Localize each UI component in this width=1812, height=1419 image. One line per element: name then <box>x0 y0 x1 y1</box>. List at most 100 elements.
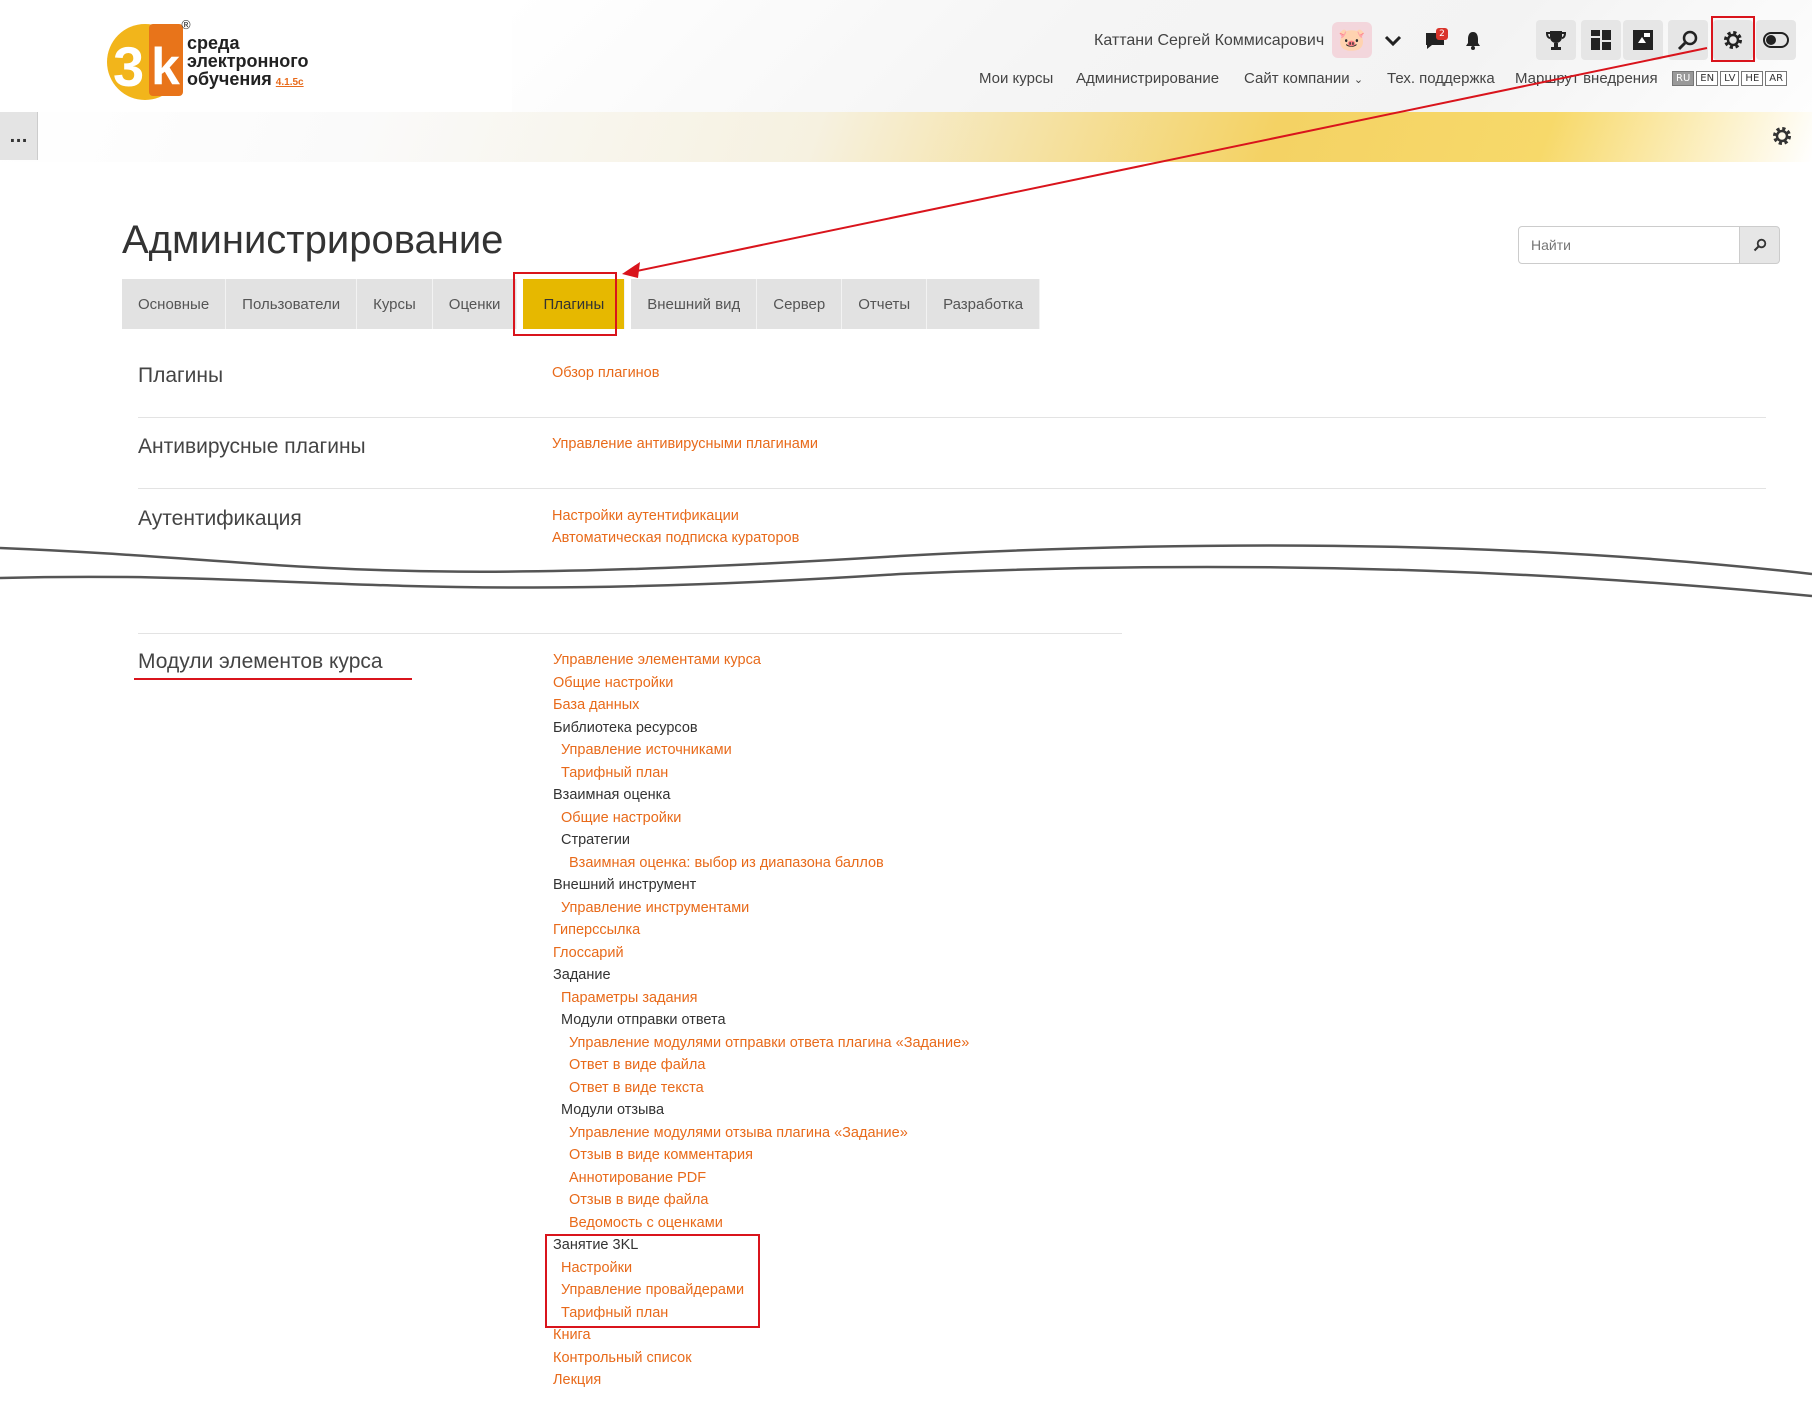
category-assignment: Задание <box>553 967 611 983</box>
svg-text:k: k <box>151 38 180 96</box>
topnav-my-courses[interactable]: Мои курсы <box>979 70 1053 87</box>
header: 3 k ® среда электронного обучения 4.1.5c … <box>0 0 1812 112</box>
drawer-toggle-button[interactable]: ... <box>0 112 38 160</box>
link-general-settings[interactable]: Общие настройки <box>553 675 673 691</box>
link-tariff-plan[interactable]: Тарифный план <box>561 765 668 781</box>
link-plugins-overview[interactable]: Обзор плагинов <box>552 365 659 381</box>
link-assignment-params[interactable]: Параметры задания <box>561 990 698 1006</box>
logo-mark-icon: 3 k <box>107 24 183 100</box>
logo-registered-mark: ® <box>180 18 192 32</box>
theme-toggle-button[interactable] <box>1756 20 1796 60</box>
link-checklist[interactable]: Контрольный список <box>553 1350 692 1366</box>
search-submit-button[interactable] <box>1740 226 1780 264</box>
courses-button[interactable] <box>1623 20 1663 60</box>
divider <box>138 417 1766 418</box>
link-peer-general-settings[interactable]: Общие настройки <box>561 810 681 826</box>
logo-version: 4.1.5c <box>275 77 304 88</box>
tab-courses[interactable]: Курсы <box>357 279 433 329</box>
link-url[interactable]: Гиперссылка <box>553 922 640 938</box>
section-title-antivirus: Антивирусные плагины <box>138 435 366 458</box>
bell-icon[interactable] <box>1458 26 1488 56</box>
lang-he[interactable]: HE <box>1741 71 1764 86</box>
category-resource-library: Библиотека ресурсов <box>553 720 698 736</box>
lang-ru[interactable]: RU <box>1672 71 1695 86</box>
chevron-down-icon: ⌄ <box>1353 74 1364 86</box>
lang-en[interactable]: EN <box>1696 71 1719 86</box>
language-switcher: RU EN LV HE AR <box>1672 71 1788 86</box>
trophy-icon <box>1545 31 1567 50</box>
link-glossary[interactable]: Глоссарий <box>553 945 624 961</box>
logo[interactable]: 3 k ® среда электронного обучения 4.1.5c <box>105 18 345 102</box>
link-database[interactable]: База данных <box>553 697 639 713</box>
link-text-submission[interactable]: Ответ в виде текста <box>569 1080 704 1096</box>
link-manage-activities[interactable]: Управление элементами курса <box>553 652 761 668</box>
topnav-support[interactable]: Тех. поддержка <box>1387 70 1495 87</box>
svg-text:3: 3 <box>113 35 144 98</box>
section-title-course-modules: Модули элементов курса <box>138 650 383 673</box>
messages-badge: 2 <box>1436 28 1448 40</box>
annotation-arrow <box>622 47 1708 278</box>
dashboard-button[interactable] <box>1581 20 1621 60</box>
link-grading-worksheet[interactable]: Ведомость с оценками <box>569 1215 723 1231</box>
link-manage-tools[interactable]: Управление инструментами <box>561 900 749 916</box>
tab-appearance[interactable]: Внешний вид <box>631 279 758 329</box>
dashboard-icon <box>1591 30 1611 50</box>
search-icon <box>1677 30 1698 51</box>
tab-users[interactable]: Пользователи <box>226 279 358 329</box>
divider <box>138 633 1122 634</box>
tab-reports[interactable]: Отчеты <box>842 279 928 329</box>
logo-line-3: обучения 4.1.5c <box>187 70 309 92</box>
topnav-implementation-route[interactable]: Маршрут внедрения <box>1515 70 1658 87</box>
link-auth-settings[interactable]: Настройки аутентификации <box>552 508 739 524</box>
topnav-company-site-label: Сайт компании <box>1244 70 1350 87</box>
link-manage-submission-plugins[interactable]: Управление модулями отправки ответа плаг… <box>569 1035 969 1051</box>
category-peer-assessment: Взаимная оценка <box>553 787 671 803</box>
page-title: Администрирование <box>122 218 504 262</box>
tab-grades[interactable]: Оценки <box>432 279 518 329</box>
link-pdf-annotation[interactable]: Аннотирование PDF <box>569 1170 706 1186</box>
lang-ar[interactable]: AR <box>1765 71 1788 86</box>
page-break-wave <box>0 544 1812 598</box>
search-button[interactable] <box>1668 20 1708 60</box>
highlight-settings-box <box>1711 16 1755 62</box>
link-book[interactable]: Книга <box>553 1327 591 1343</box>
avatar[interactable]: 🐷 <box>1332 22 1372 58</box>
highlight-3kl-box <box>545 1234 760 1328</box>
topnav-company-site[interactable]: Сайт компании ⌄ <box>1244 70 1363 87</box>
tab-general[interactable]: Основные <box>122 279 227 329</box>
link-peer-rubric[interactable]: Взаимная оценка: выбор из диапазона балл… <box>569 855 884 871</box>
category-feedback-plugins: Модули отзыва <box>561 1102 665 1118</box>
topnav-administration[interactable]: Администрирование <box>1076 70 1219 87</box>
highlight-plugins-tab-box <box>513 272 617 336</box>
link-file-submission[interactable]: Ответ в виде файла <box>569 1057 705 1073</box>
link-file-feedback[interactable]: Отзыв в виде файла <box>569 1192 708 1208</box>
toggle-icon <box>1763 32 1789 48</box>
link-manage-antivirus[interactable]: Управление антивирусными плагинами <box>552 436 818 452</box>
courses-icon <box>1633 30 1653 50</box>
category-external-tool: Внешний инструмент <box>553 877 697 893</box>
tab-development[interactable]: Разработка <box>927 279 1041 329</box>
banner <box>0 112 1812 162</box>
highlight-underline <box>134 678 412 680</box>
section-title-authentication: Аутентификация <box>138 507 302 530</box>
search-icon <box>1753 238 1766 252</box>
logo-line-3-text: обучения <box>187 69 272 89</box>
link-manage-sources[interactable]: Управление источниками <box>561 742 732 758</box>
trophy-button[interactable] <box>1536 20 1576 60</box>
banner-gear-icon[interactable] <box>1770 124 1794 148</box>
search-input[interactable] <box>1518 226 1741 264</box>
section-title-plugins: Плагины <box>138 364 224 387</box>
user-name[interactable]: Каттани Сергей Коммисарович <box>1094 32 1324 50</box>
chevron-down-icon[interactable] <box>1378 26 1408 56</box>
logo-text: среда электронного обучения 4.1.5c <box>187 34 309 92</box>
lang-lv[interactable]: LV <box>1720 71 1740 86</box>
admin-search <box>1518 226 1780 264</box>
link-comment-feedback[interactable]: Отзыв в виде комментария <box>569 1147 753 1163</box>
category-submission-plugins: Модули отправки ответа <box>561 1012 726 1028</box>
tab-server[interactable]: Сервер <box>757 279 843 329</box>
logo-line-2: электронного <box>187 51 309 71</box>
link-manage-feedback-plugins[interactable]: Управление модулями отзыва плагина «Зада… <box>569 1125 908 1141</box>
link-lesson[interactable]: Лекция <box>553 1372 601 1388</box>
category-strategies: Стратегии <box>561 832 630 848</box>
divider <box>138 488 1766 489</box>
